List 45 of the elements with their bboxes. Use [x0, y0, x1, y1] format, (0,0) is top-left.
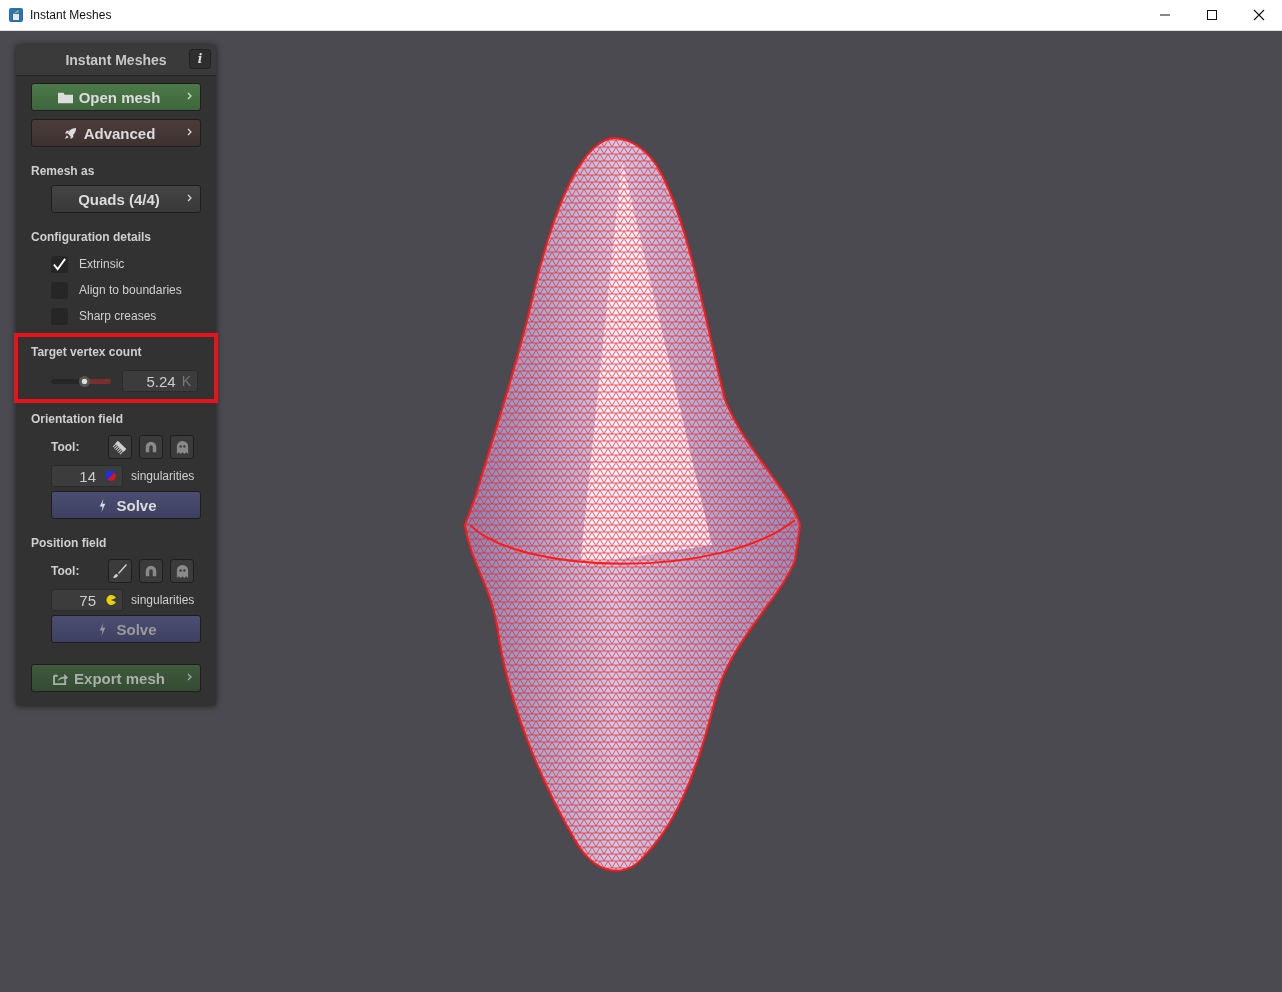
maximize-icon[interactable]	[1206, 9, 1218, 21]
window-title: Instant Meshes	[30, 8, 112, 22]
chevron-icon	[187, 673, 192, 681]
app-icon	[9, 8, 23, 22]
panel-title: Instant Meshes	[65, 52, 167, 68]
magnet-icon	[144, 440, 158, 454]
checkbox-label: Sharp creases	[79, 309, 157, 323]
singularities-label: singularities	[131, 593, 195, 607]
chevron-icon	[187, 92, 192, 100]
tool-button[interactable]	[108, 435, 132, 459]
info-button[interactable]: i	[189, 49, 211, 69]
section-label: Target vertex count	[31, 345, 143, 359]
vertex-count-field[interactable]: 5.24 K	[122, 370, 198, 392]
singularity-count-field: 14	[51, 465, 123, 487]
solve-button[interactable]: Solve	[51, 491, 201, 519]
checkbox-label: Align to boundaries	[79, 283, 182, 297]
remesh-dropdown[interactable]: Quads (4/4)	[51, 185, 201, 213]
share-icon	[53, 671, 69, 685]
magnet-icon	[144, 564, 158, 578]
folder-icon	[57, 90, 73, 104]
checkbox-label: Extrinsic	[79, 257, 125, 271]
chevron-icon	[187, 128, 192, 136]
checkbox[interactable]	[51, 255, 68, 273]
pacman-icon	[106, 595, 116, 605]
ghost-icon	[174, 563, 190, 579]
chevron-icon	[187, 194, 192, 202]
rocket-icon	[62, 126, 78, 140]
advanced-button[interactable]: Advanced	[31, 119, 201, 147]
tool-label: Tool:	[51, 440, 81, 454]
comb-icon	[112, 439, 128, 455]
section-label: Position field	[31, 536, 108, 550]
vertex-count-slider[interactable]	[51, 378, 111, 384]
singularity-count-field: 75	[51, 589, 123, 611]
brush-icon	[112, 563, 128, 579]
section-label: Configuration details	[31, 230, 152, 244]
section-label: Remesh as	[31, 164, 96, 178]
singularities-label: singularities	[131, 469, 195, 483]
slider-thumb[interactable]	[79, 375, 90, 387]
tool-button[interactable]	[108, 559, 132, 583]
singularity-dot-icon	[106, 471, 116, 481]
open-mesh-button[interactable]: Open mesh	[31, 83, 201, 111]
close-icon[interactable]	[1253, 9, 1265, 21]
tool-label: Tool:	[51, 564, 81, 578]
section-label: Orientation field	[31, 412, 124, 426]
ghost-icon	[174, 439, 190, 455]
